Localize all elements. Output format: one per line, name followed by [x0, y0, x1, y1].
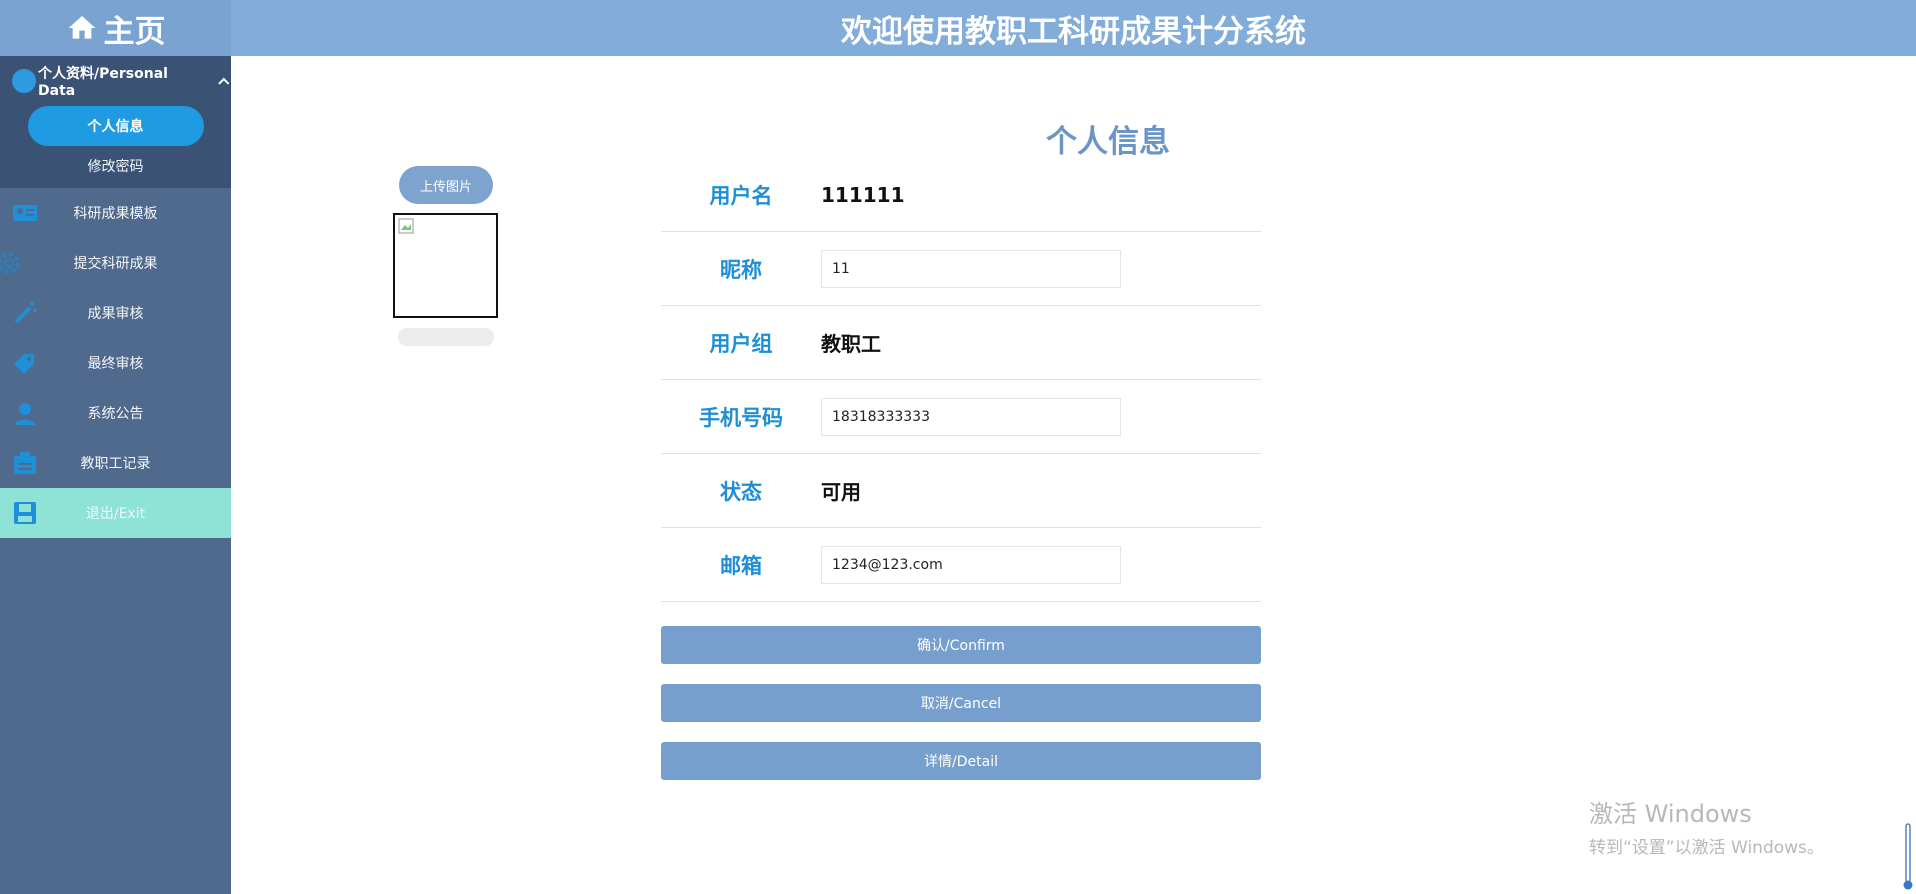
form-row-username: 用户名 111111: [661, 158, 1261, 232]
profile-form: 用户名 111111 昵称 用户组 教职工 手机号码 状态 可用 邮箱: [661, 158, 1261, 602]
status-label: 状态: [720, 479, 762, 504]
cancel-button[interactable]: 取消/Cancel: [661, 684, 1261, 722]
nickname-input[interactable]: [821, 249, 1121, 288]
sidebar-item-announcement[interactable]: 系统公告: [0, 388, 231, 438]
upload-image-button[interactable]: 上传图片: [399, 166, 493, 204]
page-header: 欢迎使用教职工科研成果计分系统: [231, 0, 1916, 56]
form-row-status: 状态 可用: [661, 454, 1261, 528]
avatar-preview: [393, 213, 498, 318]
sidebar-item-final-review[interactable]: 最终审核: [0, 338, 231, 388]
clipboard-icon: [14, 452, 36, 474]
save-icon: [14, 502, 36, 524]
username-label: 用户名: [709, 183, 773, 208]
home-link[interactable]: 主页: [0, 0, 231, 56]
personal-data-section[interactable]: 个人资料/Personal Data: [0, 56, 231, 106]
form-row-email: 邮箱: [661, 528, 1261, 602]
id-card-icon: [13, 205, 37, 221]
sidebar: 主页 个人资料/Personal Data 个人信息 修改密码 科研成果模板 提…: [0, 0, 231, 894]
group-value: 教职工: [821, 332, 881, 356]
email-label: 邮箱: [720, 553, 762, 578]
form-row-phone: 手机号码: [661, 380, 1261, 454]
phone-input[interactable]: [821, 397, 1121, 436]
status-value: 可用: [821, 480, 861, 504]
nickname-label: 昵称: [720, 257, 762, 282]
header-title: 欢迎使用教职工科研成果计分系统: [841, 13, 1306, 50]
username-value: 111111: [821, 182, 905, 207]
sidebar-item-label: 提交科研成果: [73, 256, 158, 272]
section-label: 个人资料/Personal Data: [38, 66, 168, 99]
detail-button[interactable]: 详情/Detail: [661, 742, 1261, 780]
watermark-line-2: 转到“设置”以激活 Windows。: [1589, 838, 1824, 858]
confirm-button[interactable]: 确认/Confirm: [661, 626, 1261, 664]
chevron-up-icon: [218, 77, 230, 85]
personal-data-submenu: 个人信息 修改密码: [0, 106, 231, 188]
windows-activation-watermark: 激活 Windows 转到“设置”以激活 Windows。: [1589, 794, 1824, 858]
form-row-group: 用户组 教职工: [661, 306, 1261, 380]
sidebar-item-label: 修改密码: [87, 159, 144, 175]
tags-icon: [14, 354, 34, 374]
sidebar-item-submit-result[interactable]: 提交科研成果: [0, 238, 231, 288]
upload-progress-bar: [398, 328, 494, 346]
sidebar-item-change-password[interactable]: 修改密码: [0, 146, 231, 186]
sidebar-item-result-review[interactable]: 成果审核: [0, 288, 231, 338]
email-input[interactable]: [821, 545, 1121, 584]
profile-icon: [12, 69, 36, 93]
sidebar-item-result-template[interactable]: 科研成果模板: [0, 188, 231, 238]
sidebar-item-personal-info[interactable]: 个人信息: [0, 106, 231, 146]
user-icon: [15, 403, 35, 425]
home-icon: [68, 16, 95, 39]
thermometer-icon: [1903, 823, 1913, 890]
broken-image-icon: [398, 218, 414, 234]
page-title: 个人信息: [1046, 124, 1170, 160]
sidebar-item-staff-records[interactable]: 教职工记录: [0, 438, 231, 488]
sidebar-item-exit[interactable]: 退出/Exit: [0, 488, 231, 538]
watermark-line-1: 激活 Windows: [1589, 800, 1752, 828]
home-label: 主页: [103, 13, 166, 50]
group-label: 用户组: [709, 331, 773, 356]
phone-label: 手机号码: [699, 405, 783, 430]
gear-icon: [0, 252, 20, 274]
form-row-nickname: 昵称: [661, 232, 1261, 306]
sidebar-item-label: 个人信息: [27, 106, 204, 146]
magic-wand-icon: [14, 302, 37, 324]
